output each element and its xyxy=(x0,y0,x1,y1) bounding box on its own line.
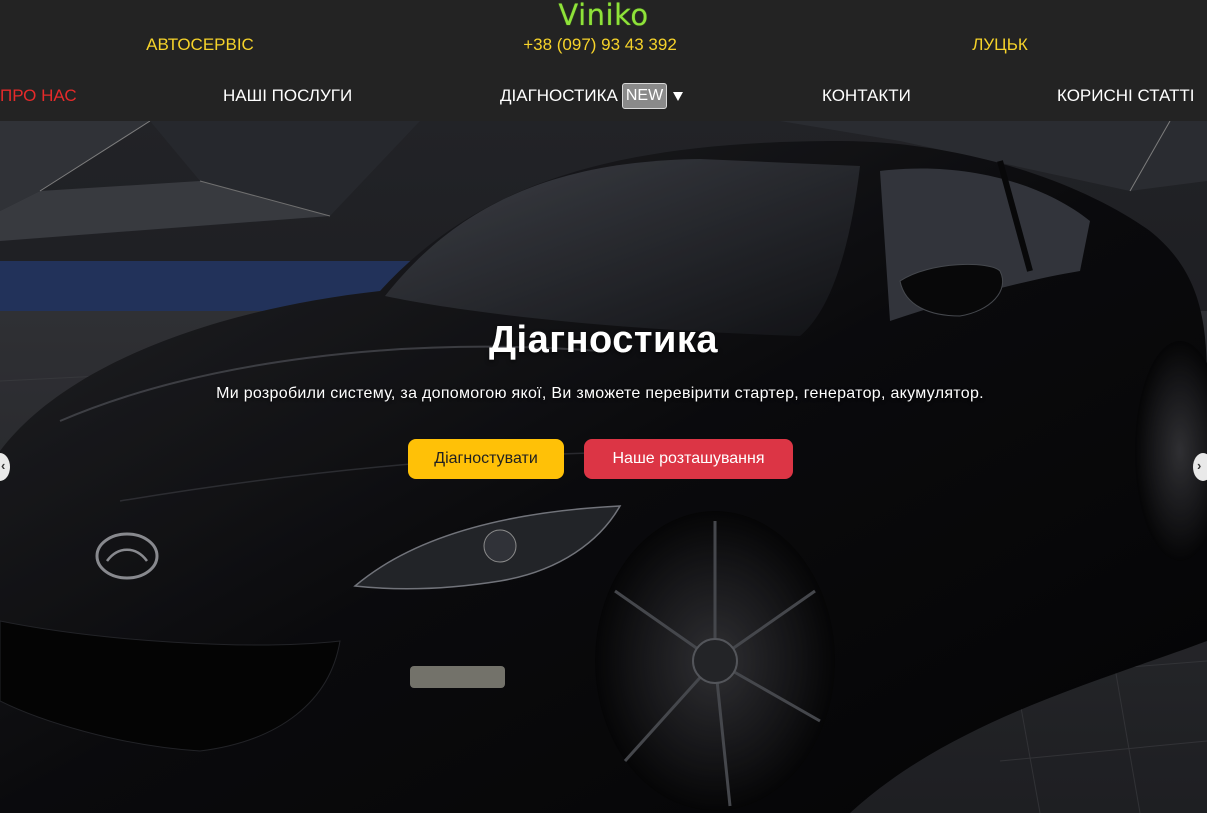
location-button[interactable]: Наше розташування xyxy=(584,439,793,479)
hero-description: Ми розробили систему, за допомогою якої,… xyxy=(216,385,984,402)
hero-title: Діагностика xyxy=(488,319,718,361)
slider-next-button[interactable]: › xyxy=(1193,453,1207,481)
nav-item-contacts[interactable]: КОНТАКТИ xyxy=(822,86,911,106)
nav-item-diagnostics[interactable]: ДІАГНОСТИКА NEW xyxy=(500,83,684,109)
caret-down-icon xyxy=(673,91,684,101)
city-label: ЛУЦЬК xyxy=(972,35,1028,54)
service-label: АВТОСЕРВІС xyxy=(146,35,254,54)
nav-item-about[interactable]: ПРО НАС xyxy=(0,86,77,106)
diagnose-button[interactable]: Діагностувати xyxy=(408,439,564,479)
phone-link[interactable]: +38 (097) 93 43 392 xyxy=(490,35,710,55)
chevron-left-icon: ‹ xyxy=(1,458,6,473)
site-logo[interactable]: Viniko xyxy=(0,0,1207,32)
site-header: Viniko АВТОСЕРВІС +38 (097) 93 43 392 ЛУ… xyxy=(0,0,1207,121)
nav-diagnostics-label: ДІАГНОСТИКА xyxy=(500,86,618,105)
nav-item-services[interactable]: НАШІ ПОСЛУГИ xyxy=(223,86,352,106)
nav-item-articles[interactable]: КОРИСНІ СТАТТІ xyxy=(1057,86,1195,106)
new-badge: NEW xyxy=(621,83,668,109)
hero-slider: Діагностика Ми розробили систему, за доп… xyxy=(0,121,1207,813)
main-nav: ПРО НАС НАШІ ПОСЛУГИ ДІАГНОСТИКА NEW КОН… xyxy=(0,83,1207,109)
chevron-right-icon: › xyxy=(1197,458,1202,473)
info-row: АВТОСЕРВІС +38 (097) 93 43 392 ЛУЦЬК xyxy=(0,35,1207,57)
